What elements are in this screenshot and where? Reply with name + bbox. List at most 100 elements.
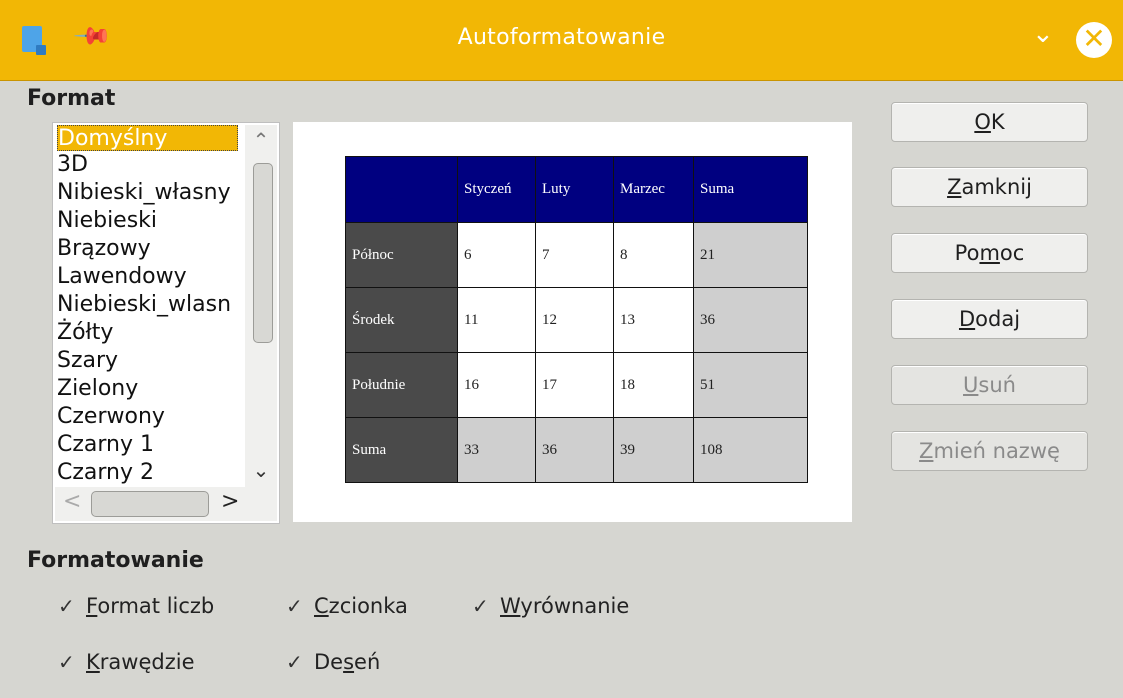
alignment-mnemonic: W bbox=[500, 594, 521, 618]
delete-button[interactable]: Usuń bbox=[891, 365, 1088, 405]
chevron-down-icon[interactable]: ⌄ bbox=[1032, 21, 1056, 47]
scroll-up-icon[interactable]: ⌃ bbox=[245, 125, 277, 155]
preview-sum-cell: 39 bbox=[613, 417, 694, 483]
rename-button-mnemonic: Z bbox=[919, 439, 934, 463]
preview-cell: 13 bbox=[613, 287, 694, 353]
window-title: Autoformatowanie bbox=[457, 25, 666, 50]
ok-button-label: K bbox=[990, 110, 1005, 134]
font-checkbox[interactable]: ✓ Czcionka bbox=[286, 594, 408, 618]
preview-row-header: Środek bbox=[345, 287, 458, 353]
preview-row: Południe 16 17 18 51 bbox=[345, 352, 808, 418]
preview-row-header: Południe bbox=[345, 352, 458, 418]
borders-mnemonic: K bbox=[86, 650, 100, 674]
number-format-label: ormat liczb bbox=[97, 594, 215, 618]
preview-row-header: Suma bbox=[345, 417, 458, 483]
preview-sum-cell: 33 bbox=[457, 417, 536, 483]
checkmark-icon: ✓ bbox=[58, 594, 75, 618]
format-section-label: Format bbox=[27, 86, 116, 111]
rename-button[interactable]: Zmień nazwę bbox=[891, 431, 1088, 471]
format-list-item[interactable]: Niebieski_wlasn bbox=[57, 291, 247, 319]
format-list-item[interactable]: 3D bbox=[57, 151, 247, 179]
delete-button-label: suń bbox=[978, 373, 1016, 397]
format-list-item[interactable]: Czarny 1 bbox=[57, 431, 247, 459]
font-label: zcionka bbox=[328, 594, 408, 618]
close-button[interactable]: Zamknij bbox=[891, 167, 1088, 207]
scroll-down-icon[interactable]: ⌄ bbox=[245, 455, 277, 485]
preview-sum-cell: 108 bbox=[693, 417, 808, 483]
alignment-checkbox[interactable]: ✓ Wyrównanie bbox=[472, 594, 629, 618]
number-format-checkbox[interactable]: ✓ Format liczb bbox=[58, 594, 214, 618]
preview-cell: 17 bbox=[535, 352, 614, 418]
format-list-item[interactable]: Domyślny bbox=[57, 125, 238, 151]
format-list-item[interactable]: Lawendowy bbox=[57, 263, 247, 291]
preview-sum-cell: 36 bbox=[693, 287, 808, 353]
ok-button[interactable]: OK bbox=[891, 102, 1088, 142]
preview-row: Środek 11 12 13 36 bbox=[345, 287, 808, 353]
preview-sum-cell: 21 bbox=[693, 222, 808, 288]
horizontal-scrollbar[interactable]: < > bbox=[55, 487, 277, 521]
preview-sum-cell: 36 bbox=[535, 417, 614, 483]
title-bar: 📌 Autoformatowanie ⌄ ✕ bbox=[0, 0, 1123, 81]
preview-header-cell: Luty bbox=[535, 156, 614, 223]
preview-cell: 16 bbox=[457, 352, 536, 418]
format-list-item[interactable]: Niebieski bbox=[57, 207, 247, 235]
scroll-right-icon[interactable]: > bbox=[221, 489, 239, 514]
help-button[interactable]: Pomoc bbox=[891, 233, 1088, 273]
preview-cell: 18 bbox=[613, 352, 694, 418]
formatting-section-label: Formatowanie bbox=[27, 548, 204, 573]
help-button-label: oc bbox=[999, 241, 1025, 265]
preview-cell: 8 bbox=[613, 222, 694, 288]
format-list-items: Domyślny 3D Nibieski_własny Niebieski Brązow… bbox=[57, 125, 247, 487]
preview-cell: 11 bbox=[457, 287, 536, 353]
format-list-item[interactable]: Czerwony bbox=[57, 403, 247, 431]
close-button-label: amknij bbox=[961, 175, 1032, 199]
help-button-mnemonic: m bbox=[979, 241, 1000, 265]
preview-cell: 12 bbox=[535, 287, 614, 353]
preview-table: Styczeń Luty Marzec Suma Północ 6 7 8 21… bbox=[345, 156, 808, 483]
format-list-item[interactable]: Zielony bbox=[57, 375, 247, 403]
format-list-item[interactable]: Szary bbox=[57, 347, 247, 375]
preview-row-header: Północ bbox=[345, 222, 458, 288]
format-list-item[interactable]: Czarny 2 bbox=[57, 459, 247, 487]
format-list-item[interactable]: Brązowy bbox=[57, 235, 247, 263]
preview-corner-cell bbox=[345, 156, 458, 223]
delete-button-mnemonic: U bbox=[963, 373, 979, 397]
scroll-left-icon[interactable]: < bbox=[63, 489, 81, 514]
format-list-item[interactable]: Żółty bbox=[57, 319, 247, 347]
close-icon[interactable]: ✕ bbox=[1076, 22, 1112, 58]
add-button[interactable]: Dodaj bbox=[891, 299, 1088, 339]
preview-cell: 7 bbox=[535, 222, 614, 288]
checkmark-icon: ✓ bbox=[472, 594, 489, 618]
preview-header-row: Styczeń Luty Marzec Suma bbox=[345, 156, 808, 223]
horizontal-scroll-thumb[interactable] bbox=[91, 491, 209, 517]
add-button-mnemonic: D bbox=[958, 307, 976, 331]
help-button-label-pre: Po bbox=[954, 241, 980, 265]
borders-checkbox[interactable]: ✓ Krawędzie bbox=[58, 650, 195, 674]
vertical-scroll-thumb[interactable] bbox=[253, 163, 273, 343]
checkmark-icon: ✓ bbox=[286, 594, 303, 618]
vertical-scrollbar[interactable]: ⌃ ⌄ bbox=[245, 125, 277, 487]
borders-label: rawędzie bbox=[99, 650, 195, 674]
checkmark-icon: ✓ bbox=[58, 650, 75, 674]
number-format-mnemonic: F bbox=[86, 594, 98, 618]
alignment-label: yrównanie bbox=[520, 594, 630, 618]
close-button-mnemonic: Z bbox=[947, 175, 962, 199]
format-list[interactable]: Domyślny 3D Nibieski_własny Niebieski Brązow… bbox=[52, 122, 280, 524]
preview-sum-row: Suma 33 36 39 108 bbox=[345, 417, 808, 483]
rename-button-label: mień nazwę bbox=[933, 439, 1060, 463]
ok-button-mnemonic: O bbox=[974, 110, 991, 134]
preview-header-cell: Styczeń bbox=[457, 156, 536, 223]
preview-sum-cell: 51 bbox=[693, 352, 808, 418]
pattern-label: eń bbox=[354, 650, 381, 674]
preview-panel: Styczeń Luty Marzec Suma Północ 6 7 8 21… bbox=[293, 122, 852, 522]
pattern-label-pre: De bbox=[314, 650, 344, 674]
pattern-mnemonic: s bbox=[343, 650, 355, 674]
checkmark-icon: ✓ bbox=[286, 650, 303, 674]
preview-header-cell: Marzec bbox=[613, 156, 694, 223]
preview-row: Północ 6 7 8 21 bbox=[345, 222, 808, 288]
pattern-checkbox[interactable]: ✓ Deseń bbox=[286, 650, 380, 674]
preview-cell: 6 bbox=[457, 222, 536, 288]
font-mnemonic: C bbox=[314, 594, 329, 618]
format-list-item[interactable]: Nibieski_własny bbox=[57, 179, 247, 207]
preview-header-cell: Suma bbox=[693, 156, 808, 223]
